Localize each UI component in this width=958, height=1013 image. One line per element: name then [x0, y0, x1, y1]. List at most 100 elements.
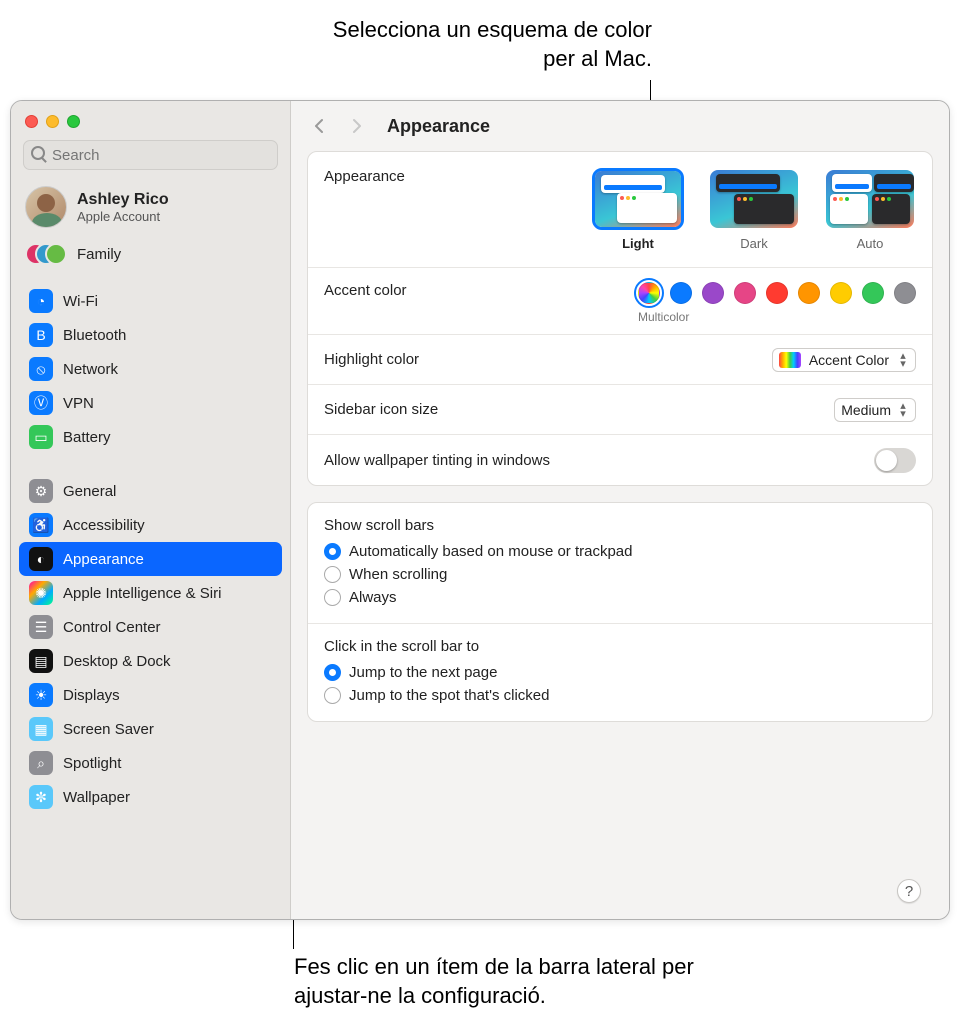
scrollbars-group: Show scroll bars Automatically based on …	[308, 503, 932, 624]
help-icon: ?	[905, 883, 913, 900]
scrollbars-option-label: Always	[349, 589, 397, 606]
sidebar-item-spotlight[interactable]: ⌕Spotlight	[19, 746, 282, 780]
appearance-panel: Appearance LightDarkAuto Accent color Mu…	[307, 151, 933, 486]
highlight-value: Accent Color	[809, 352, 889, 368]
sidebar-item-screen-saver[interactable]: ▦Screen Saver	[19, 712, 282, 746]
radio-button	[324, 687, 341, 704]
wallpaper-icon: ✼	[29, 785, 53, 809]
accent-swatch-multicolor[interactable]	[638, 282, 660, 304]
sidebar-item-label: Wi-Fi	[63, 293, 98, 310]
sidebar: Ashley Rico Apple Account Family ◔Wi-FiB…	[11, 101, 291, 919]
sidebar-item-appearance[interactable]: ◐ Appearance	[19, 542, 282, 576]
appearance-option-label: Auto	[857, 236, 884, 251]
updown-caret-icon	[897, 402, 909, 418]
gear-icon: ⚙	[29, 479, 53, 503]
accent-swatch-ffcc00[interactable]	[830, 282, 852, 304]
sidebar-item-label: Bluetooth	[63, 327, 126, 344]
displays-icon: ☀	[29, 683, 53, 707]
search-icon	[31, 146, 45, 160]
appearance-option-light[interactable]: Light	[592, 168, 684, 251]
updown-caret-icon	[897, 352, 909, 368]
scrollbars-title: Show scroll bars	[324, 517, 916, 534]
appearance-thumb	[592, 168, 684, 230]
scroll-panel: Show scroll bars Automatically based on …	[307, 502, 933, 722]
scrollclick-option[interactable]: Jump to the spot that's clicked	[324, 684, 916, 707]
appearance-icon: ◐	[29, 547, 53, 571]
accent-swatch-34c759[interactable]	[862, 282, 884, 304]
close-window-button[interactable]	[25, 115, 38, 128]
radio-button	[324, 566, 341, 583]
sidebar-item-vpn[interactable]: ⓋVPN	[19, 386, 282, 420]
sidebar-item-wallpaper[interactable]: ✼Wallpaper	[19, 780, 282, 814]
accent-swatch-ff9500[interactable]	[798, 282, 820, 304]
family-row[interactable]: Family	[11, 234, 290, 278]
sidebar-item-battery[interactable]: ▭Battery	[19, 420, 282, 454]
dock-icon: ▤	[29, 649, 53, 673]
scrollbars-option[interactable]: Automatically based on mouse or trackpad	[324, 540, 916, 563]
sidebar-item-wi-fi[interactable]: ◔Wi-Fi	[19, 284, 282, 318]
sidebar-item-control-center[interactable]: ☰ Control Center	[19, 610, 282, 644]
radio-button	[324, 664, 341, 681]
accent-swatch-0a7aff[interactable]	[670, 282, 692, 304]
family-label: Family	[77, 246, 121, 263]
accent-swatch-8e8e93[interactable]	[894, 282, 916, 304]
sidebar-item-accessibility[interactable]: ♿Accessibility	[19, 508, 282, 542]
sidebar-item-label: Control Center	[63, 619, 161, 636]
sidebar-icon-size-popup[interactable]: Medium	[834, 398, 916, 422]
tinting-toggle[interactable]	[874, 448, 916, 473]
siri-icon: ✺	[29, 581, 53, 605]
avatar	[25, 186, 67, 228]
apple-account-row[interactable]: Ashley Rico Apple Account	[11, 180, 290, 234]
callout-top: Selecciona un esquema de color per al Ma…	[332, 16, 652, 73]
appearance-thumb	[824, 168, 916, 230]
sidebar-item-label: Network	[63, 361, 118, 378]
minimize-window-button[interactable]	[46, 115, 59, 128]
sidebar-item-desktop-dock[interactable]: ▤Desktop & Dock	[19, 644, 282, 678]
sidebar-item-label: General	[63, 483, 116, 500]
highlight-label: Highlight color	[324, 351, 419, 368]
sidebar-icon-size-value: Medium	[841, 402, 891, 418]
spotlight-icon: ⌕	[29, 751, 53, 775]
accent-swatch-ff3b30[interactable]	[766, 282, 788, 304]
scrollbars-option[interactable]: When scrolling	[324, 563, 916, 586]
window-traffic-lights	[11, 107, 290, 140]
sidebar-group-general: ⚙ General ♿Accessibility ◐ Appearance ✺Apple …	[11, 468, 290, 820]
highlight-color-popup[interactable]: Accent Color	[772, 348, 916, 372]
sidebar-item-network[interactable]: ⦸ Network	[19, 352, 282, 386]
account-name: Ashley Rico	[77, 191, 169, 209]
appearance-option-label: Light	[622, 236, 654, 251]
nav-back-button[interactable]	[309, 115, 331, 137]
help-button[interactable]: ?	[897, 879, 921, 903]
sidebar-item-displays[interactable]: ☀ Displays	[19, 678, 282, 712]
toggle-knob	[876, 450, 897, 471]
scrollbars-option-label: When scrolling	[349, 566, 447, 583]
sidebar-item-general[interactable]: ⚙ General	[19, 474, 282, 508]
accent-label: Accent color	[324, 282, 407, 299]
main-area: Appearance Appearance Light Dark Auto Acce…	[291, 101, 949, 919]
controlcenter-icon: ☰	[29, 615, 53, 639]
nav-forward-button[interactable]	[345, 115, 367, 137]
callout-bottom: Fes clic en un ítem de la barra lateral …	[294, 953, 714, 1010]
zoom-window-button[interactable]	[67, 115, 80, 128]
search-input[interactable]	[23, 140, 278, 170]
accent-swatch-9a48c9[interactable]	[702, 282, 724, 304]
appearance-option-auto[interactable]: Auto	[824, 168, 916, 251]
accent-swatch-e64586[interactable]	[734, 282, 756, 304]
account-subtitle: Apple Account	[77, 209, 169, 224]
appearance-option-dark[interactable]: Dark	[708, 168, 800, 251]
page-title: Appearance	[387, 116, 490, 137]
sidebar-item-bluetooth[interactable]: B Bluetooth	[19, 318, 282, 352]
sidebar-item-label: Appearance	[63, 551, 144, 568]
tinting-label: Allow wallpaper tinting in windows	[324, 452, 550, 469]
scrollclick-option[interactable]: Jump to the next page	[324, 661, 916, 684]
scrollbars-option-label: Automatically based on mouse or trackpad	[349, 543, 632, 560]
scrollbars-option[interactable]: Always	[324, 586, 916, 609]
chevron-left-icon	[312, 118, 328, 134]
bluetooth-icon: B	[29, 323, 53, 347]
scrollclick-option-label: Jump to the spot that's clicked	[349, 687, 549, 704]
appearance-option-label: Dark	[740, 236, 767, 251]
globe-icon: ⦸	[29, 357, 53, 381]
appearance-label: Appearance	[324, 168, 405, 185]
sidebar-item-apple-intelligence-siri[interactable]: ✺Apple Intelligence & Siri	[19, 576, 282, 610]
sidebar-item-label: Displays	[63, 687, 120, 704]
